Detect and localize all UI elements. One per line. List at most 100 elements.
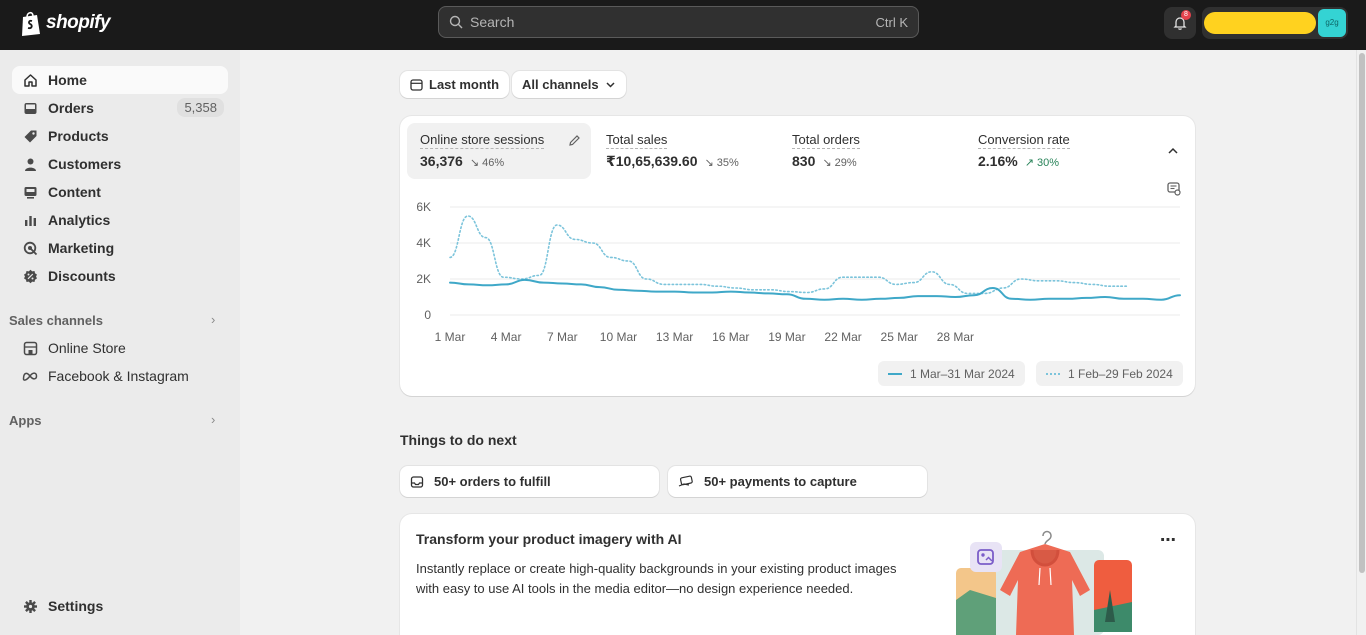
x-tick-label: 28 Mar	[937, 330, 974, 344]
metric-change: ↗ 30%	[1024, 157, 1060, 169]
sidebar-item-label: Customers	[48, 156, 122, 172]
avatar: g2g	[1318, 9, 1346, 37]
promo-title: Transform your product imagery with AI	[416, 531, 682, 547]
sidebar-item-label: Facebook & Instagram	[48, 368, 189, 384]
payment-icon	[678, 475, 693, 487]
tag-icon	[22, 128, 38, 144]
store-name-redacted	[1204, 12, 1316, 34]
metric-online-store-sessions[interactable]: Online store sessions 36,376 ↘ 46%	[407, 123, 591, 179]
legend-previous-period[interactable]: 1 Feb–29 Feb 2024	[1036, 361, 1183, 386]
sidebar-item-label: Discounts	[48, 268, 116, 284]
sidebar-item-analytics[interactable]: Analytics	[12, 206, 228, 234]
x-tick-label: 22 Mar	[824, 330, 861, 344]
y-tick-label: 4K	[416, 236, 431, 250]
scrollbar-thumb[interactable]	[1359, 53, 1365, 573]
chevron-up-icon[interactable]	[1166, 144, 1180, 158]
sidebar-item-label: Online Store	[48, 340, 126, 356]
metric-label: Total sales	[606, 132, 668, 149]
metric-conversion-rate[interactable]: Conversion rate 2.16% ↗ 30%	[965, 123, 1149, 179]
chevron-right-icon[interactable]: ›	[211, 312, 215, 327]
y-tick-label: 6K	[416, 200, 431, 214]
search-icon	[449, 15, 463, 29]
sidebar-item-orders[interactable]: Orders 5,358	[12, 94, 228, 122]
sidebar-item-label: Products	[48, 128, 109, 144]
top-bar: shopify Search Ctrl K 8 g2g	[0, 0, 1366, 50]
sidebar-item-marketing[interactable]: Marketing	[12, 234, 228, 262]
metric-label: Online store sessions	[420, 132, 545, 149]
x-tick-label: 19 Mar	[768, 330, 805, 344]
legend-label: 1 Feb–29 Feb 2024	[1068, 366, 1173, 381]
x-tick-label: 10 Mar	[600, 330, 637, 344]
meta-icon	[22, 368, 38, 384]
inbox-icon	[410, 475, 424, 488]
more-options-icon[interactable]: ⋯	[1160, 530, 1177, 550]
legend-dotted-swatch	[1046, 372, 1060, 375]
search-shortcut: Ctrl K	[875, 14, 909, 30]
sidebar-item-online-store[interactable]: Online Store	[12, 334, 228, 362]
channel-filter-button[interactable]: All channels	[512, 71, 626, 98]
y-tick-label: 0	[424, 308, 431, 322]
task-label: 50+ payments to capture	[704, 474, 857, 489]
calendar-icon	[410, 79, 423, 91]
sales-channels-heading[interactable]: Sales channels	[9, 313, 103, 328]
previous-period-line	[449, 215, 1129, 295]
target-icon	[22, 240, 38, 256]
shopify-logo[interactable]: shopify	[20, 10, 111, 36]
pencil-icon[interactable]	[567, 133, 582, 148]
metric-value: 2.16%	[978, 153, 1018, 169]
x-tick-label: 4 Mar	[491, 330, 522, 344]
sidebar-item-label: Marketing	[48, 240, 115, 256]
sidebar-item-label: Settings	[48, 598, 104, 614]
apps-heading[interactable]: Apps	[9, 413, 42, 428]
legend-label: 1 Mar–31 Mar 2024	[910, 366, 1015, 381]
search-placeholder: Search	[470, 14, 515, 30]
metric-value: ₹10,65,639.60	[606, 153, 698, 169]
chevron-right-icon[interactable]: ›	[211, 412, 215, 427]
sidebar-item-content[interactable]: Content	[12, 178, 228, 206]
notifications-button[interactable]: 8	[1164, 7, 1196, 39]
bar-chart-icon	[22, 212, 38, 228]
metric-label: Conversion rate	[978, 132, 1070, 149]
x-tick-label: 13 Mar	[656, 330, 693, 344]
x-tick-label: 1 Mar	[435, 330, 466, 344]
date-range-label: Last month	[429, 77, 500, 92]
channel-filter-label: All channels	[522, 77, 599, 92]
metric-total-sales[interactable]: Total sales ₹10,65,639.60 ↘ 35%	[593, 123, 777, 179]
inbox-icon	[22, 100, 38, 116]
metric-label: Total orders	[792, 132, 860, 149]
content-icon	[22, 184, 38, 200]
sessions-line-chart: 6K 4K 2K 0 1 Mar 4 Mar 7 Mar 10 Mar 13 Mar 16 Mar…	[416, 200, 1181, 344]
sidebar-item-products[interactable]: Products	[12, 122, 228, 150]
sidebar-item-label: Orders	[48, 100, 94, 116]
sidebar-item-label: Home	[48, 72, 87, 88]
sidebar-item-discounts[interactable]: Discounts	[12, 262, 228, 290]
legend-solid-swatch	[888, 372, 902, 375]
payments-to-capture-button[interactable]: 50+ payments to capture	[668, 466, 927, 497]
gear-icon	[22, 598, 38, 614]
home-icon	[22, 72, 38, 88]
sidebar-item-customers[interactable]: Customers	[12, 150, 228, 178]
sidebar-item-facebook-instagram[interactable]: Facebook & Instagram	[12, 362, 228, 390]
metric-change: ↘ 35%	[704, 157, 739, 169]
sidebar-item-label: Content	[48, 184, 101, 200]
x-tick-label: 25 Mar	[881, 330, 918, 344]
task-label: 50+ orders to fulfill	[434, 474, 551, 489]
search-bar[interactable]: Search Ctrl K	[438, 6, 919, 38]
sidebar-item-home[interactable]: Home	[12, 66, 228, 94]
person-icon	[22, 156, 38, 172]
metric-change: ↘ 46%	[469, 157, 505, 169]
store-icon	[22, 340, 38, 356]
metric-total-orders[interactable]: Total orders 830 ↘ 29%	[779, 123, 963, 179]
metric-value: 36,376	[420, 153, 463, 169]
legend-current-period[interactable]: 1 Mar–31 Mar 2024	[878, 361, 1025, 386]
orders-to-fulfill-button[interactable]: 50+ orders to fulfill	[400, 466, 659, 497]
x-tick-label: 16 Mar	[712, 330, 749, 344]
promo-body: Instantly replace or create high-quality…	[416, 561, 897, 596]
date-range-button[interactable]: Last month	[400, 71, 510, 98]
sidebar-item-label: Analytics	[48, 212, 111, 228]
scrollbar[interactable]	[1356, 50, 1366, 635]
user-menu-button[interactable]: g2g	[1202, 7, 1348, 39]
sidebar-item-settings[interactable]: Settings	[12, 592, 228, 620]
chevron-down-icon	[606, 82, 615, 88]
metric-value: 830	[792, 153, 816, 169]
